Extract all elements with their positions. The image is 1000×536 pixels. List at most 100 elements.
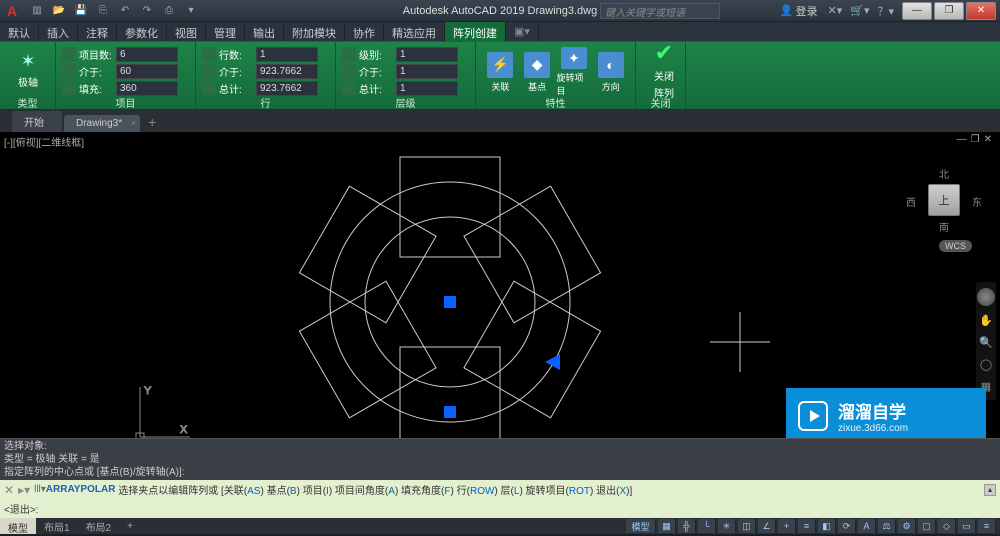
qat-dropdown-icon[interactable]: ▾ [182,2,200,20]
help-search-input[interactable]: 键入关键字或短语 [600,3,720,19]
cmd-expand-icon[interactable]: ▴ [984,484,996,496]
tab-array-create[interactable]: 阵列创建 [445,22,506,41]
user-icon[interactable]: 👤 [780,4,794,17]
tab-start[interactable]: 开始 [12,111,62,132]
exchange-icon[interactable]: ✕▾ [828,4,843,17]
help-icon[interactable]: ？▾ [877,3,894,19]
rotate-items-button[interactable]: ✦旋转项目 [556,46,593,98]
close-button[interactable]: ✕ [966,2,996,20]
tab-annotate[interactable]: 注释 [78,22,117,41]
wcs-badge[interactable]: WCS [939,240,972,252]
st-ortho-icon[interactable]: └ [698,519,716,533]
login-link[interactable]: 登录 [796,3,818,19]
level-count-input[interactable] [396,47,458,62]
layout-add-button[interactable]: + [119,519,141,534]
level-between-icon [342,64,356,78]
tab-view[interactable]: 视图 [167,22,206,41]
ribbon-tabs: 默认 插入 注释 参数化 视图 管理 输出 附加模块 协作 精选应用 阵列创建 … [0,22,1000,42]
tab-output[interactable]: 输出 [245,22,284,41]
layout2-tab[interactable]: 布局2 [78,517,120,536]
level-total-input[interactable] [396,81,458,96]
viewcube-west[interactable]: 西 [906,194,916,209]
qat-open-icon[interactable]: 📂 [50,2,68,20]
assoc-button[interactable]: ⚡关联 [482,46,519,98]
tab-addins[interactable]: 附加模块 [284,22,345,41]
rows-count-icon [202,47,216,61]
close-array-button[interactable]: ✔ 关闭 阵列 [642,44,686,96]
rows-between-input[interactable] [256,64,318,79]
items-count-input[interactable] [116,47,178,62]
array-type-button[interactable]: ✶ 极轴 [6,44,50,96]
minimize-button[interactable]: — [902,2,932,20]
st-osnap-icon[interactable]: ◫ [738,519,756,533]
polar-array-icon: ✶ [20,51,35,72]
tab-parametric[interactable]: 参数化 [117,22,167,41]
st-model-label[interactable]: 模型 [626,519,656,533]
viewcube-east[interactable]: 东 [972,194,982,209]
tab-manage[interactable]: 管理 [206,22,245,41]
rows-total-input[interactable] [256,81,318,96]
qat-redo-icon[interactable]: ↷ [138,2,156,20]
cart-icon[interactable]: 🛒▾ [850,4,869,17]
app-logo[interactable]: A [0,0,24,22]
level-between-input[interactable] [396,64,458,79]
tab-drawing3[interactable]: Drawing3*× [64,115,140,132]
panel-levels-title: 层级 [336,95,475,109]
model-tab[interactable]: 模型 [0,518,36,534]
tab-collab[interactable]: 协作 [345,22,384,41]
st-clean-icon[interactable]: ▭ [958,519,976,533]
play-icon [798,401,828,431]
qat-saveas-icon[interactable]: ⎘ [94,2,112,20]
panel-close-title: 关闭 [636,95,685,109]
st-grid-icon[interactable]: ▦ [658,519,676,533]
st-workspace-icon[interactable]: ⚙ [898,519,916,533]
tab-close-icon[interactable]: × [131,118,136,128]
items-between-icon [62,64,76,78]
svg-text:X: X [180,424,188,436]
st-anno-icon[interactable]: A [858,519,876,533]
pan-icon[interactable]: ✋ [979,314,993,328]
panel-rows: 行数: 介于: 总计: 行 [196,42,336,109]
st-scale-icon[interactable]: ⚖ [878,519,896,533]
panel-type-title: 类型 [0,95,55,109]
viewcube-top-face[interactable]: 上 [928,184,960,216]
title-bar: A ▥ 📂 💾 ⎘ ↶ ↷ ⎙ ▾ Autodesk AutoCAD 2019 … [0,0,1000,22]
viewcube[interactable]: 上 北 南 东 西 [912,168,976,232]
qat-undo-icon[interactable]: ↶ [116,2,134,20]
st-snap-icon[interactable]: ╬ [678,519,696,533]
layout1-tab[interactable]: 布局1 [36,517,78,536]
st-transparency-icon[interactable]: ◧ [818,519,836,533]
maximize-button[interactable]: ❐ [934,2,964,20]
tab-insert[interactable]: 插入 [39,22,78,41]
viewcube-south[interactable]: 南 [939,219,949,234]
items-fill-input[interactable] [116,81,178,96]
panel-type: ✶ 极轴 类型 [0,42,56,109]
stretch-grip [444,406,456,418]
st-monitor-icon[interactable]: ▢ [918,519,936,533]
items-between-input[interactable] [116,64,178,79]
qat-print-icon[interactable]: ⎙ [160,2,178,20]
st-lwt-icon[interactable]: ≡ [798,519,816,533]
drawing-canvas[interactable]: [-][俯视][二维线框] — ❐ ✕ [0,132,1000,486]
rows-count-input[interactable] [256,47,318,62]
st-dyn-icon[interactable]: + [778,519,796,533]
tab-featured[interactable]: 精选应用 [384,22,445,41]
direction-button[interactable]: ◐方向 [592,46,629,98]
qat-save-icon[interactable]: 💾 [72,2,90,20]
st-otrack-icon[interactable]: ∠ [758,519,776,533]
cmd-cross-icon[interactable]: ✕ [4,483,14,497]
viewcube-north[interactable]: 北 [939,166,949,181]
command-input-line[interactable]: ✕ ▸▾ lll▾ ARRAYPOLAR 选择夹点以编辑阵列或 [关联(AS) … [0,480,1000,499]
st-cycling-icon[interactable]: ⟳ [838,519,856,533]
orbit-icon[interactable]: ◯ [979,358,993,372]
zoom-icon[interactable]: 🔍 [979,336,993,350]
st-iso-icon[interactable]: ◇ [938,519,956,533]
tab-default[interactable]: 默认 [0,22,39,41]
basepoint-button[interactable]: ◆基点 [519,46,556,98]
st-polar-icon[interactable]: ✳ [718,519,736,533]
tab-expand-icon[interactable]: ▣▾ [506,22,539,41]
new-tab-button[interactable]: + [142,112,162,132]
steering-wheel-icon[interactable] [977,288,995,306]
st-custom-icon[interactable]: ≡ [978,519,996,533]
qat-new-icon[interactable]: ▥ [28,2,46,20]
